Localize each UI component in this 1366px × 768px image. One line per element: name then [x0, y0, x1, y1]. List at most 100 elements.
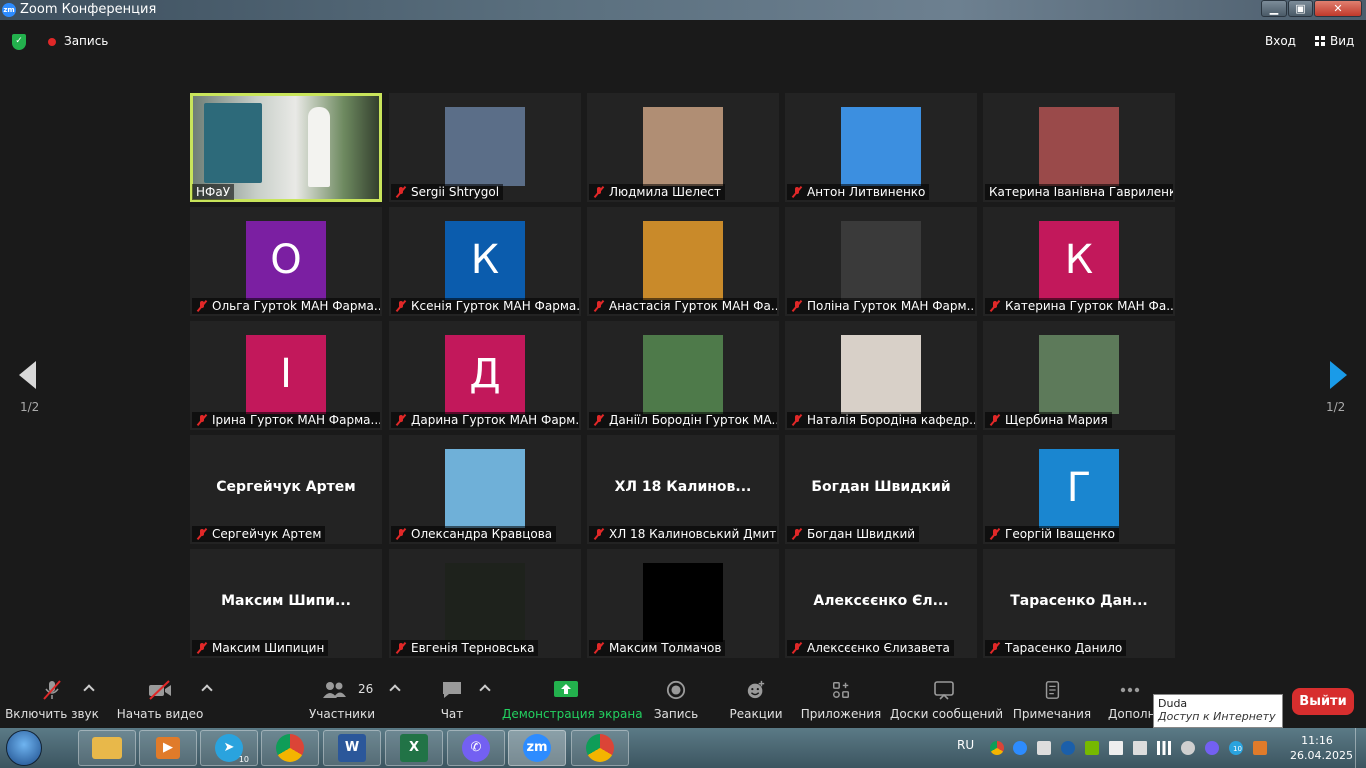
taskbar-telegram[interactable]: ➤ 10 — [200, 730, 258, 766]
avatar — [643, 335, 723, 414]
tray-telegram-badge: 10 — [1233, 745, 1242, 753]
tray-telegram-icon[interactable]: 10 — [1229, 741, 1243, 755]
tray-zoom-icon[interactable] — [1013, 741, 1027, 755]
tray-chrome-icon[interactable] — [990, 741, 1004, 755]
share-screen-icon — [554, 681, 578, 697]
taskbar-clock[interactable]: 11:16 26.04.2025 — [1290, 733, 1353, 763]
participants-button[interactable]: 26 Участники — [300, 670, 384, 728]
tray-flag-icon[interactable] — [1109, 741, 1123, 755]
unmute-button[interactable]: Включить звук — [4, 670, 100, 728]
telegram-badge: 10 — [238, 755, 249, 764]
avatar — [445, 563, 525, 642]
participant-tile[interactable]: Щербина Мария — [983, 321, 1175, 430]
muted-microphone-icon — [989, 642, 1001, 654]
participant-tile[interactable]: Даніїл Бородін Гурток МА... — [587, 321, 779, 430]
share-screen-button[interactable]: Демонстрация экрана — [502, 670, 643, 728]
muted-microphone-icon — [196, 300, 208, 312]
tray-nvidia-icon[interactable] — [1085, 741, 1099, 755]
leave-button[interactable]: Выйти — [1292, 688, 1354, 715]
windows-taskbar: ▶ ➤ 10 W X ✆ zm RU 10 11:16 26.04.2025 — [0, 728, 1366, 768]
participant-tile[interactable]: Людмила Шелест — [587, 93, 779, 202]
excel-icon: X — [400, 734, 428, 762]
security-shield-icon[interactable]: ✓ — [12, 34, 26, 50]
tooltip-network-name: Duda — [1158, 697, 1188, 710]
participants-options-chevron-icon[interactable] — [389, 684, 401, 696]
previous-page-arrow-icon[interactable] — [19, 361, 36, 389]
whiteboards-button[interactable]: Доски сообщений — [890, 670, 1003, 728]
participant-tile[interactable]: Д Дарина Гурток МАН Фарм... — [389, 321, 581, 430]
participant-name: Ірина Гурток МАН Фарма... — [212, 413, 380, 427]
gallery-view-icon[interactable] — [1315, 36, 1325, 46]
participant-tile[interactable]: Г Георгій Іващенко — [983, 435, 1175, 544]
media-player-icon: ▶ — [156, 737, 180, 759]
sign-in-button[interactable]: Вход — [1265, 34, 1296, 48]
tray-bluetooth-icon[interactable] — [1061, 741, 1075, 755]
participant-tile[interactable]: ХЛ 18 Калинов... ХЛ 18 Калиновський Дмит.… — [587, 435, 779, 544]
muted-microphone-icon — [593, 300, 605, 312]
participant-tile[interactable]: Богдан Швидкий Богдан Швидкий — [785, 435, 977, 544]
participant-tile[interactable]: О Ольга Гуртоk МАН Фарма... — [190, 207, 382, 316]
notes-button[interactable]: Примечания — [1012, 670, 1092, 728]
muted-microphone-icon — [989, 300, 1001, 312]
notes-icon — [1045, 681, 1060, 699]
tray-clock-app-icon[interactable] — [1181, 741, 1195, 755]
avatar-initial: К — [1039, 221, 1119, 300]
participant-tile[interactable]: Катерина Іванівна Гавриленко — [983, 93, 1175, 202]
taskbar-word[interactable]: W — [323, 730, 381, 766]
taskbar-chrome[interactable] — [261, 730, 319, 766]
taskbar-chrome-profile[interactable] — [571, 730, 629, 766]
view-button[interactable]: Вид — [1330, 34, 1354, 48]
participant-tile[interactable]: Наталія Бородіна кафедр... — [785, 321, 977, 430]
participant-tile[interactable]: Алексєєнко Єл... Алексєєнко Єлизавета — [785, 549, 977, 658]
taskbar-explorer[interactable] — [78, 730, 136, 766]
taskbar-zoom[interactable]: zm — [508, 730, 566, 766]
participant-tile[interactable]: Максим Шипи... Максим Шипицин — [190, 549, 382, 658]
participant-tile[interactable]: Евгенія Терновська — [389, 549, 581, 658]
taskbar-excel[interactable]: X — [385, 730, 443, 766]
participant-tile[interactable]: І Ірина Гурток МАН Фарма... — [190, 321, 382, 430]
avatar-initial: І — [246, 335, 326, 414]
muted-microphone-icon — [196, 528, 208, 540]
chat-options-chevron-icon[interactable] — [479, 684, 491, 696]
avatar — [643, 221, 723, 300]
record-button[interactable]: Запись — [645, 670, 707, 728]
participant-name-bar: Тарасенко Данило — [985, 640, 1127, 656]
next-page-arrow-icon[interactable] — [1330, 361, 1347, 389]
participant-tile[interactable]: Тарасенко Дан... Тарасенко Данило — [983, 549, 1175, 658]
minimize-button[interactable]: ▁ — [1261, 0, 1287, 17]
participant-name-bar: Богдан Швидкий — [787, 526, 920, 542]
participant-tile[interactable]: НФаУ — [190, 93, 382, 202]
participant-tile[interactable]: Олександра Кравцова — [389, 435, 581, 544]
participant-tile[interactable]: К Ксенія Гурток МАН Фарма... — [389, 207, 581, 316]
tray-network-signal-icon[interactable] — [1157, 741, 1171, 755]
more-button[interactable]: Дополн — [1104, 670, 1156, 728]
participant-tile[interactable]: Максим Толмачов — [587, 549, 779, 658]
recording-label[interactable]: Запись — [64, 34, 108, 48]
participant-tile[interactable]: Поліна Гурток МАН Фарм... — [785, 207, 977, 316]
start-video-button[interactable]: Начать видео — [116, 670, 204, 728]
participant-tile[interactable]: Анастасія Гурток МАН Фа... — [587, 207, 779, 316]
tray-clipboard-icon[interactable] — [1037, 741, 1051, 755]
tray-speaker-icon[interactable] — [1253, 741, 1267, 755]
reactions-button[interactable]: Реакции — [726, 670, 786, 728]
participant-tile[interactable]: Sergii Shtrygol — [389, 93, 581, 202]
apps-button[interactable]: Приложения — [800, 670, 882, 728]
participant-name-bar: Щербина Мария — [985, 412, 1112, 428]
taskbar-viber[interactable]: ✆ — [447, 730, 505, 766]
clock-time: 11:16 — [1301, 734, 1333, 747]
maximize-button[interactable]: ▣ — [1288, 0, 1313, 17]
participant-tile[interactable]: Сергейчук Артем Сергейчук Артем — [190, 435, 382, 544]
taskbar-media-player[interactable]: ▶ — [139, 730, 197, 766]
participant-name: Sergii Shtrygol — [411, 185, 500, 199]
page-indicator-left: 1/2 — [20, 400, 40, 414]
participant-tile[interactable]: К Катерина Гурток МАН Фа... — [983, 207, 1175, 316]
tray-viber-icon[interactable] — [1205, 741, 1219, 755]
tray-volume-icon[interactable] — [1133, 741, 1147, 755]
chat-button[interactable]: Чат — [430, 670, 474, 728]
language-indicator[interactable]: RU — [957, 738, 974, 752]
start-button-windows-icon[interactable] — [6, 730, 42, 766]
close-button[interactable]: ✕ — [1314, 0, 1362, 17]
participant-tile[interactable]: Антон Литвиненко — [785, 93, 977, 202]
muted-microphone-icon — [791, 528, 803, 540]
show-desktop-button[interactable] — [1355, 728, 1366, 768]
